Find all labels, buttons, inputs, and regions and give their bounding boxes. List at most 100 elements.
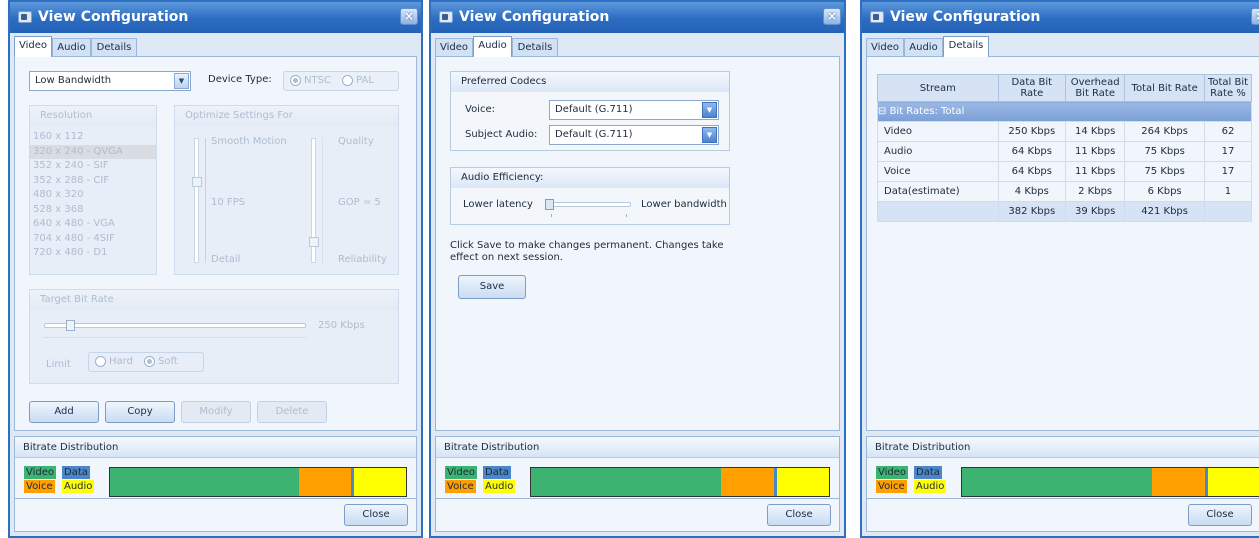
efficiency-ticks	[551, 214, 627, 217]
bitrate-slider-track[interactable]	[44, 323, 306, 328]
column-header[interactable]: Stream	[877, 74, 999, 102]
resolution-item[interactable]: 160 x 112	[30, 130, 156, 145]
tab-audio[interactable]: Audio	[52, 38, 91, 57]
table-cell: Data(estimate)	[877, 181, 999, 202]
table-cell: 75 Kbps	[1124, 141, 1205, 162]
save-button[interactable]: Save	[458, 275, 526, 299]
column-header[interactable]: Overhead Bit Rate	[1065, 74, 1126, 102]
group-cell: ⊟ Bit Rates: Total	[877, 101, 1252, 122]
tab-video[interactable]: Video	[435, 38, 473, 57]
group-row[interactable]: ⊟ Bit Rates: Total	[877, 101, 1252, 122]
resolution-group: Resolution 160 x 112 320 x 240 - QVGA 352 …	[29, 105, 157, 275]
total-cell: 421 Kbps	[1124, 201, 1205, 222]
table-row[interactable]: Audio 64 Kbps 11 Kbps 75 Kbps 17	[877, 141, 1253, 162]
gop-label: GOP = 5	[338, 197, 381, 208]
close-icon[interactable]: ×	[400, 8, 418, 25]
title-bar[interactable]: View Configuration ×	[431, 2, 844, 33]
title-bar[interactable]: View Configuration ×	[10, 2, 421, 33]
table-row[interactable]: Voice 64 Kbps 11 Kbps 75 Kbps 17	[877, 161, 1253, 182]
add-button[interactable]: Add	[29, 401, 99, 423]
footer: Close	[14, 498, 417, 532]
pal-radio[interactable]	[342, 74, 354, 86]
motion-slider-track[interactable]	[194, 138, 199, 263]
collapse-icon[interactable]: ⊟	[878, 106, 890, 117]
lower-bandwidth-label: Lower bandwidth	[641, 199, 727, 210]
resolution-item[interactable]: 320 x 240 - QVGA	[30, 144, 156, 159]
resolution-item[interactable]: 640 x 480 - VGA	[30, 217, 156, 232]
bar-segment-video	[110, 468, 300, 496]
table-row[interactable]: Data(estimate) 4 Kbps 2 Kbps 6 Kbps 1	[877, 181, 1253, 202]
ntsc-label: NTSC	[304, 75, 331, 86]
tab-details[interactable]: Details	[943, 36, 989, 57]
soft-radio[interactable]	[144, 355, 156, 367]
efficiency-slider-track[interactable]	[547, 202, 631, 207]
device-type-label: Device Type:	[208, 74, 272, 85]
resolution-list[interactable]: 160 x 112 320 x 240 - QVGA 352 x 240 - SIF…	[30, 130, 156, 261]
legend-audio: Audio	[483, 480, 516, 493]
bar-segment-voice	[299, 468, 352, 496]
table-cell: 6 Kbps	[1124, 181, 1205, 202]
resolution-item[interactable]: 528 x 368	[30, 203, 156, 218]
column-header[interactable]: Total Bit Rate	[1124, 74, 1205, 102]
resolution-header: Resolution	[30, 106, 156, 126]
resolution-item[interactable]: 720 x 480 - D1	[30, 246, 156, 261]
table-cell: 1	[1203, 181, 1253, 202]
bar-segment-voice	[1152, 468, 1205, 496]
total-cell: 39 Kbps	[1065, 201, 1126, 222]
legend-audio: Audio	[62, 480, 95, 493]
gop-slider-thumb[interactable]	[309, 237, 319, 247]
optimize-header: Optimize Settings For	[175, 106, 398, 126]
target-bitrate-group: Target Bit Rate 250 Kbps Limit Hard Soft	[29, 289, 399, 384]
close-button[interactable]: Close	[344, 504, 408, 526]
resolution-item[interactable]: 480 x 320	[30, 188, 156, 203]
target-bitrate-value: 250 Kbps	[318, 320, 365, 331]
bitrate-slider-thumb[interactable]	[66, 320, 75, 331]
table-cell: 2 Kbps	[1065, 181, 1126, 202]
pal-label: PAL	[356, 75, 374, 86]
window-title: View Configuration	[890, 9, 1041, 25]
voice-codec-value: Default (G.711)	[555, 104, 633, 115]
close-icon[interactable]: ×	[1251, 8, 1259, 25]
tab-audio[interactable]: Audio	[904, 38, 943, 57]
subject-audio-select[interactable]: Default (G.711) ▼	[549, 125, 719, 145]
close-button[interactable]: Close	[767, 504, 831, 526]
bitrate-distribution: Bitrate Distribution Video Data Voice Au…	[866, 436, 1259, 500]
column-header[interactable]: Data Bit Rate	[997, 74, 1067, 102]
tab-video[interactable]: Video	[866, 38, 904, 57]
ntsc-radio[interactable]	[290, 74, 301, 86]
camera-icon	[439, 11, 453, 23]
legend-voice: Voice	[24, 480, 55, 493]
tab-details[interactable]: Details	[512, 38, 558, 57]
chevron-down-icon[interactable]: ▼	[174, 73, 189, 89]
column-header[interactable]: Total Bit Rate %	[1203, 74, 1253, 102]
chevron-down-icon[interactable]: ▼	[702, 127, 717, 143]
table-cell: Voice	[877, 161, 999, 182]
profile-select[interactable]: Low Bandwidth ▼	[29, 71, 191, 91]
resolution-item[interactable]: 352 x 240 - SIF	[30, 159, 156, 174]
optimize-group: Optimize Settings For Smooth Motion 10 F…	[174, 105, 399, 275]
target-bitrate-header: Target Bit Rate	[30, 290, 398, 310]
preferred-codecs-group: Preferred Codecs Voice: Default (G.711) ▼…	[450, 71, 730, 151]
close-button[interactable]: Close	[1188, 504, 1252, 526]
hard-radio[interactable]	[95, 355, 106, 367]
motion-slider-thumb[interactable]	[192, 177, 202, 187]
chevron-down-icon[interactable]: ▼	[702, 102, 717, 118]
copy-button[interactable]: Copy	[105, 401, 175, 423]
table-row[interactable]: Video 250 Kbps 14 Kbps 264 Kbps 62	[877, 121, 1253, 142]
tab-video[interactable]: Video	[14, 36, 52, 57]
table-cell: Audio	[877, 141, 999, 162]
table-cell: 4 Kbps	[997, 181, 1067, 202]
resolution-item[interactable]: 704 x 480 - 4SIF	[30, 232, 156, 247]
voice-codec-select[interactable]: Default (G.711) ▼	[549, 100, 719, 120]
tab-audio[interactable]: Audio	[473, 36, 512, 57]
audio-efficiency-group: Audio Efficiency: Lower latency Lower ba…	[450, 167, 730, 225]
delete-button[interactable]: Delete	[257, 401, 327, 423]
modify-button[interactable]: Modify	[181, 401, 251, 423]
title-bar[interactable]: View Configuration ×	[862, 2, 1259, 33]
bitrate-distribution: Bitrate Distribution Video Data Voice Au…	[435, 436, 840, 500]
bitrate-distribution-header: Bitrate Distribution	[867, 437, 1259, 458]
tab-details[interactable]: Details	[91, 38, 137, 57]
efficiency-slider-thumb[interactable]	[545, 199, 554, 210]
resolution-item[interactable]: 352 x 288 - CIF	[30, 174, 156, 189]
close-icon[interactable]: ×	[823, 8, 841, 25]
